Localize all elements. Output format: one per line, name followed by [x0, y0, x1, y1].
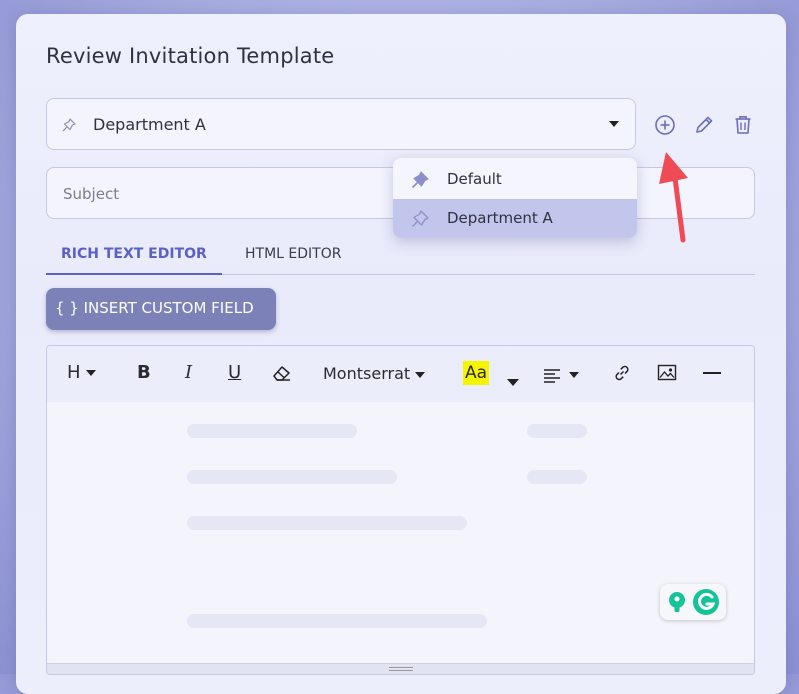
text-color-dropdown[interactable]	[507, 371, 519, 395]
template-select[interactable]: Department A	[46, 98, 636, 150]
template-select-value: Department A	[93, 115, 206, 134]
pin-outline-icon	[410, 209, 430, 229]
rich-text-editor[interactable]: H B I U Montserrat Aa	[46, 345, 755, 675]
insert-custom-field-button[interactable]: { } INSERT CUSTOM FIELD	[46, 288, 276, 330]
bold-button[interactable]: B	[137, 362, 151, 386]
caret-down-icon	[415, 371, 426, 378]
underline-button[interactable]: U	[228, 362, 241, 386]
grip-icon	[389, 667, 413, 671]
trash-icon[interactable]	[732, 114, 754, 136]
editor-tabs: RICH TEXT EDITOR HTML EDITOR	[46, 240, 755, 275]
tab-html-editor[interactable]: HTML EDITOR	[245, 246, 341, 273]
dropdown-item-default[interactable]: Default	[393, 160, 637, 199]
heading-dropdown[interactable]: H	[67, 362, 97, 386]
caret-down-icon	[86, 370, 97, 376]
link-icon[interactable]	[612, 363, 632, 387]
dropdown-item-label: Department A	[447, 209, 553, 227]
pin-outline-icon	[61, 117, 77, 133]
font-family-label: Montserrat	[323, 364, 411, 383]
dropdown-item-label: Default	[447, 170, 502, 188]
caret-down-icon	[609, 121, 619, 127]
dialog-title: Review Invitation Template	[46, 44, 335, 68]
template-dropdown-menu: Default Department A	[393, 158, 637, 238]
heading-label: H	[67, 362, 81, 383]
image-icon[interactable]	[657, 364, 677, 388]
tab-rich-text-editor[interactable]: RICH TEXT EDITOR	[46, 246, 222, 275]
grammarly-widget[interactable]	[660, 584, 726, 620]
pencil-icon[interactable]	[693, 114, 715, 136]
pin-filled-icon	[410, 170, 430, 190]
add-circle-icon[interactable]	[654, 114, 676, 136]
insert-custom-field-label: { } INSERT CUSTOM FIELD	[55, 299, 254, 317]
italic-button[interactable]: I	[185, 362, 192, 386]
font-family-dropdown[interactable]: Montserrat	[323, 364, 426, 388]
horizontal-rule-button[interactable]	[703, 372, 721, 374]
text-color-button[interactable]: Aa	[463, 361, 490, 385]
editor-content-area[interactable]	[47, 402, 754, 656]
caret-down-icon	[568, 372, 579, 378]
align-dropdown[interactable]	[543, 364, 579, 388]
dropdown-item-department-a[interactable]: Department A	[393, 199, 637, 238]
eraser-icon[interactable]	[271, 363, 293, 387]
editor-toolbar: H B I U Montserrat Aa	[47, 346, 754, 402]
align-left-icon	[544, 369, 560, 383]
editor-resize-handle[interactable]	[47, 663, 754, 674]
caret-down-icon	[507, 378, 519, 386]
